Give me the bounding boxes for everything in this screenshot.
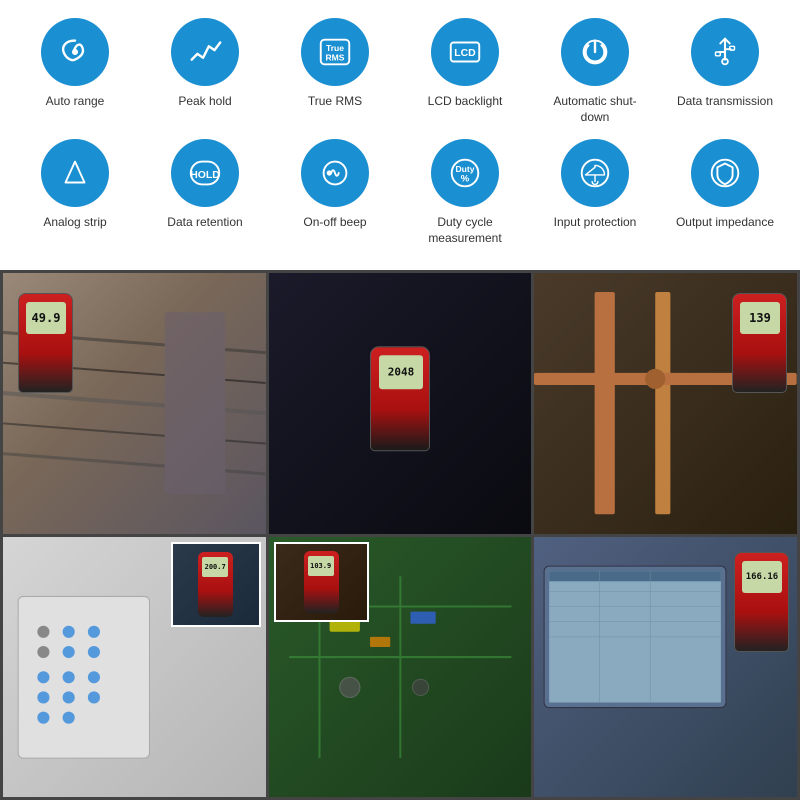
feature-label-peak-hold: Peak hold [178,94,231,110]
input-protection-icon [561,139,629,207]
auto-range-icon [41,18,109,86]
feature-peak-hold: Peak hold [150,18,260,110]
auto-shutdown-icon [561,18,629,86]
analog-strip-icon [41,139,109,207]
photo-industrial-panel: 49.9 [3,273,266,533]
meter4-reading: 200.7 [205,563,226,571]
svg-text:%: % [461,174,470,185]
svg-text:True: True [326,43,344,53]
photo-computer-screen: 166.16 [534,537,797,797]
svg-text:LCD: LCD [454,48,476,59]
photo-grid: 49.9 2048 [0,270,800,800]
feature-lcd-backlight: LCD LCD backlight [410,18,520,110]
peak-hold-icon [171,18,239,86]
feature-label-duty-cycle: Duty cycle measurement [410,215,520,246]
feature-label-lcd-backlight: LCD backlight [428,94,503,110]
meter3-reading: 139 [749,311,771,325]
photo-circuit-board: 103.9 [269,537,532,797]
meter1-reading: 49.9 [32,311,61,325]
meter2-reading: 2048 [388,365,415,378]
feature-label-auto-shutdown: Automatic shut-down [540,94,650,125]
svg-text:Duty: Duty [456,164,475,174]
feature-data-transmission: Data transmission [670,18,780,110]
svg-text:RMS: RMS [326,53,345,63]
feature-onoff-beep: On-off beep [280,139,390,231]
onoff-beep-icon [301,139,369,207]
feature-label-output-impedance: Output impedance [676,215,774,231]
photo-power-strip: 200.7 [3,537,266,797]
photo-dark-background: 2048 [269,273,532,533]
feature-true-rms: True RMS True RMS [280,18,390,110]
features-row-1: Auto range Peak hold True RMS [10,18,790,125]
data-transmission-icon [691,18,759,86]
lcd-backlight-icon: LCD [431,18,499,86]
feature-input-protection: Input protection [540,139,650,231]
feature-label-input-protection: Input protection [554,215,637,231]
photo-copper-pipes: 139 [534,273,797,533]
page-wrapper: Auto range Peak hold True RMS [0,0,800,800]
feature-label-data-transmission: Data transmission [677,94,773,110]
feature-label-onoff-beep: On-off beep [303,215,366,231]
meter6-reading: 166.16 [746,572,779,582]
feature-label-analog-strip: Analog strip [43,215,106,231]
feature-label-data-retention: Data retention [167,215,242,231]
meter5-reading: 103.9 [310,562,331,570]
feature-auto-shutdown: Automatic shut-down [540,18,650,125]
true-rms-icon: True RMS [301,18,369,86]
duty-cycle-icon: Duty % [431,139,499,207]
data-retention-icon: HOLD [171,139,239,207]
feature-analog-strip: Analog strip [20,139,130,231]
feature-label-auto-range: Auto range [46,94,105,110]
feature-auto-range: Auto range [20,18,130,110]
svg-text:HOLD: HOLD [190,170,220,181]
feature-label-true-rms: True RMS [308,94,362,110]
feature-output-impedance: Output impedance [670,139,780,231]
output-impedance-icon [691,139,759,207]
feature-data-retention: HOLD Data retention [150,139,260,231]
feature-duty-cycle: Duty % Duty cycle measurement [410,139,520,246]
features-row-2: Analog strip HOLD Data retention [10,139,790,246]
features-section: Auto range Peak hold True RMS [0,0,800,270]
